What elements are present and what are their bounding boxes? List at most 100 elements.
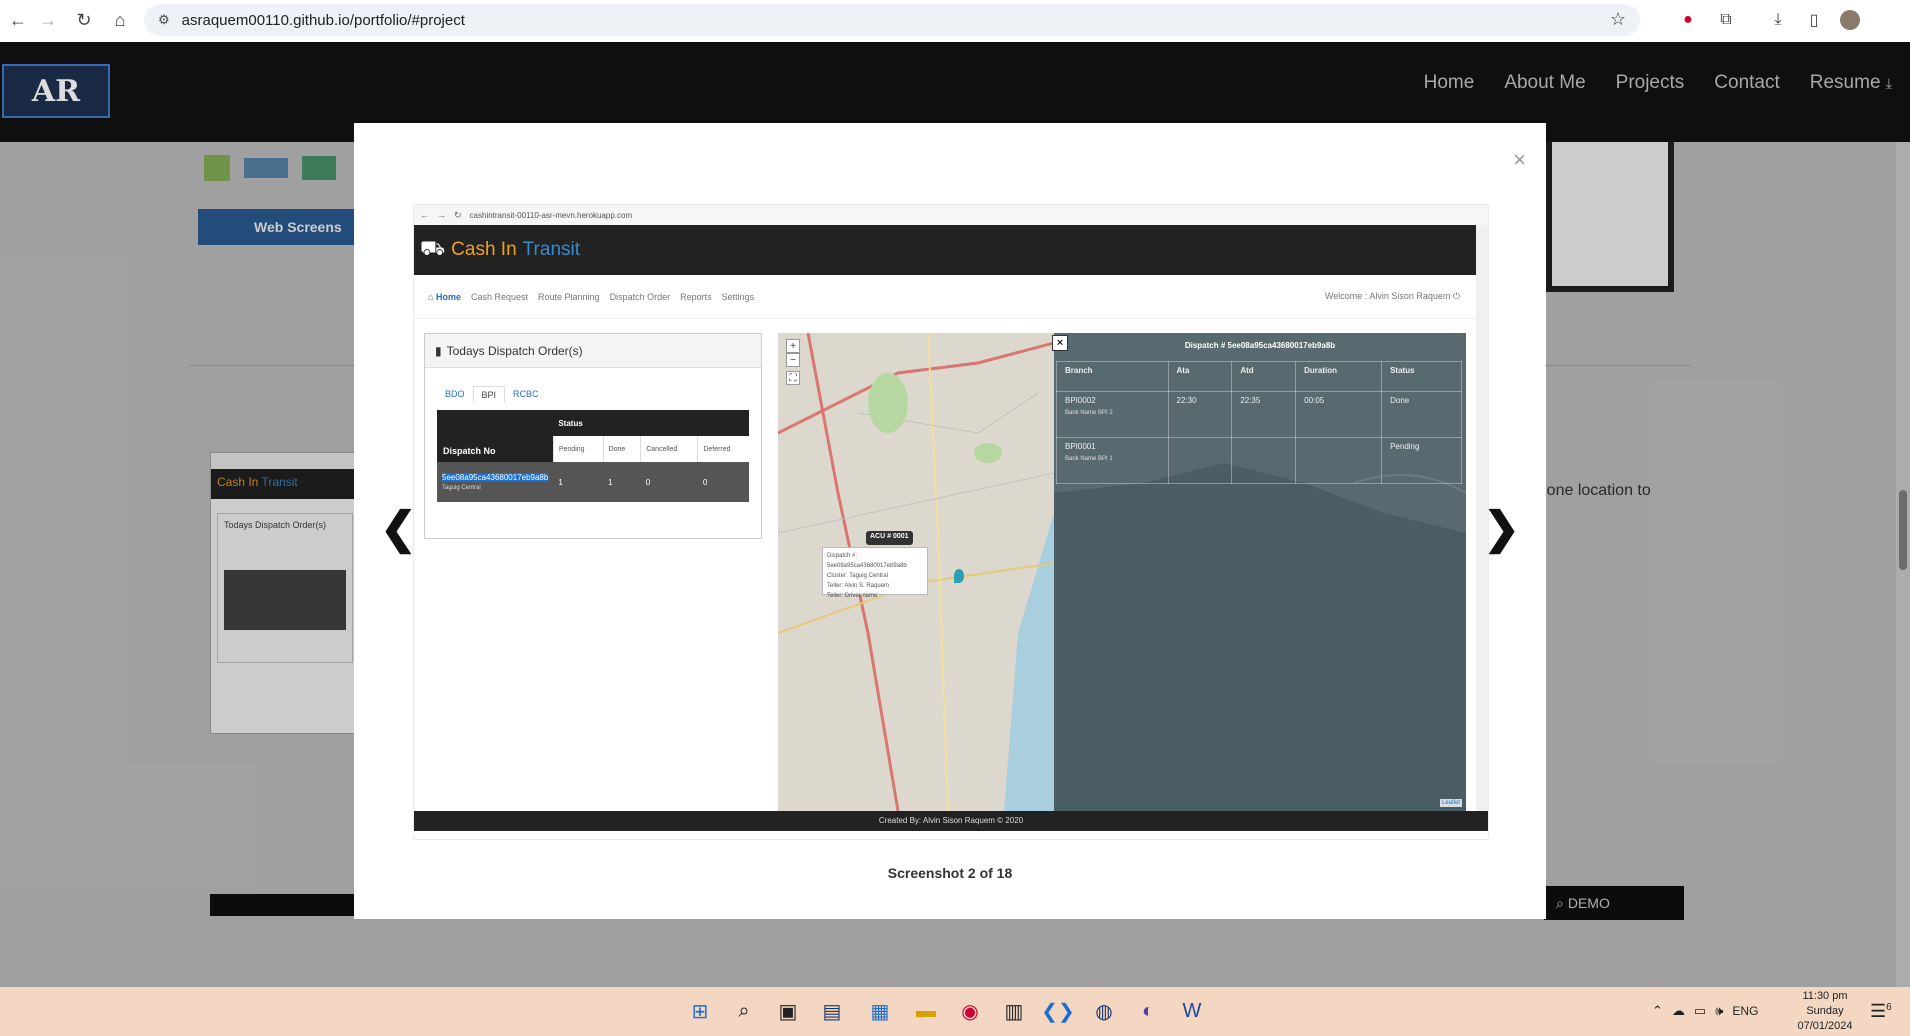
status-cell: Pending xyxy=(1381,437,1462,484)
atd-cell xyxy=(1231,437,1297,484)
truck-icon: ⛟ xyxy=(420,237,446,260)
col-done: Done xyxy=(602,436,641,462)
puzzle-icon[interactable]: ⧉ xyxy=(1714,6,1738,34)
inner-welcome-text: Welcome : Alvin Sison Raquem xyxy=(1324,291,1451,301)
inner-browser-bar: ← → ↻ cashintransit-00110-asr-mevn.herok… xyxy=(414,205,1488,225)
done-cell: 1 xyxy=(608,477,613,487)
duration-cell xyxy=(1295,437,1383,484)
dispatch-no-cell: 5ee08a95ca43680017eb9a8b Taguig Central xyxy=(437,462,553,502)
dispatch-detail-title: Dispatch # 5ee08a95ca43680017eb9a8b xyxy=(1184,341,1336,350)
nav-resume-label: Resume xyxy=(1809,72,1881,93)
col-status: Status xyxy=(553,410,749,436)
inner-nav-home-label: Home xyxy=(435,291,461,302)
site-logo[interactable]: AR xyxy=(2,64,110,118)
language-indicator[interactable]: ENG xyxy=(1732,1004,1758,1018)
nav-projects[interactable]: Projects xyxy=(1616,72,1685,94)
nav-resume[interactable]: Resume ⤓ xyxy=(1810,72,1892,94)
popup-line: Dispatch #: 5ee08a95ca43680017eb9a8b xyxy=(827,553,907,569)
inner-app-header: ⛟ Cash In Transit xyxy=(414,225,1476,275)
nav-contact[interactable]: Contact xyxy=(1714,72,1779,94)
close-icon[interactable]: × xyxy=(1513,147,1526,173)
tab-bdo: BDO xyxy=(445,389,465,399)
inner-app-title-a: Cash In xyxy=(451,239,517,260)
inner-forward-icon: → xyxy=(437,210,446,220)
inner-nav: ⌂ Home Cash Request Route Planning Dispa… xyxy=(414,275,1476,319)
inner-nav-settings: Settings xyxy=(721,291,755,302)
inner-footer: Created By: Alvin Sison Raquem © 2020 xyxy=(414,811,1488,831)
popup-line: Teller: Driver name xyxy=(827,593,878,599)
cancelled-cell: 0 xyxy=(645,477,651,487)
chevron-left-icon[interactable]: ❮ xyxy=(380,503,417,554)
zoom-in-button: + xyxy=(786,339,800,353)
word-icon[interactable]: W xyxy=(1178,997,1206,1025)
pending-cell: 1 xyxy=(558,477,563,487)
col-cancelled: Cancelled xyxy=(640,436,698,462)
tab-rcbc: RCBC xyxy=(513,389,539,399)
chevron-up-icon[interactable]: ⌃ xyxy=(1652,1003,1663,1019)
inner-welcome: Welcome : Alvin Sison Raquem ⏻ xyxy=(1325,291,1460,302)
col-dispatch-no-label: Dispatch No xyxy=(443,446,496,456)
branch-code: BPI0002 xyxy=(1065,396,1096,405)
map-attribution: Leaflet xyxy=(1439,799,1462,807)
volume-icon[interactable]: 🕪 xyxy=(1715,1003,1723,1019)
popup-line: Teller: Alvin S. Raquem xyxy=(827,583,890,589)
start-icon[interactable]: ⊞ xyxy=(686,997,714,1025)
network-icon[interactable]: ▭ xyxy=(1694,1003,1706,1019)
vscode-icon[interactable]: ❮❯ xyxy=(1041,997,1075,1025)
map-popup: Dispatch #: 5ee08a95ca43680017eb9a8b Clu… xyxy=(822,547,928,599)
col-atd: Atd xyxy=(1231,361,1297,392)
site-info-icon[interactable]: ⚙ xyxy=(158,12,170,28)
inner-reload-icon: ↻ xyxy=(454,209,462,220)
chevron-right-icon[interactable]: ❯ xyxy=(1483,503,1520,554)
address-bar[interactable]: ⚙ asraquem00110.github.io/portfolio/#pro… xyxy=(144,4,1640,36)
inner-nav-reports: Reports xyxy=(680,291,712,302)
table-row: BPI0001 Bank Name BPI 1 Pending xyxy=(1056,437,1462,484)
ata-cell xyxy=(1167,437,1233,484)
nav-about[interactable]: About Me xyxy=(1504,72,1585,94)
steam-icon[interactable]: ◍ xyxy=(1090,997,1118,1025)
app-icon[interactable]: ▥ xyxy=(1000,997,1028,1025)
project-screenshot: ← → ↻ cashintransit-00110-asr-mevn.herok… xyxy=(414,205,1488,839)
eclipse-icon[interactable]: ◐ xyxy=(1134,997,1162,1025)
tab-bpi: BPI xyxy=(472,386,506,403)
atd-cell: 22:35 xyxy=(1231,391,1297,438)
notification-icon[interactable]: ☰6 xyxy=(1870,1001,1892,1022)
col-status: Status xyxy=(1381,361,1462,392)
reload-icon[interactable]: ↻ xyxy=(66,2,102,38)
col-duration: Duration xyxy=(1295,361,1383,392)
ata-cell: 22:30 xyxy=(1167,391,1233,438)
zoom-in-label: + xyxy=(790,340,796,352)
deferred-cell: 0 xyxy=(702,477,708,487)
col-branch: Branch xyxy=(1056,361,1169,392)
url-text: asraquem00110.github.io/portfolio/#proje… xyxy=(181,11,465,29)
avatar[interactable] xyxy=(1838,6,1862,34)
download-icon[interactable]: ⤓ xyxy=(1766,6,1790,34)
inner-url: cashintransit-00110-asr-mevn.herokuapp.c… xyxy=(469,210,633,220)
zoom-out-button: − xyxy=(786,353,800,367)
chrome-icon[interactable]: ◉ xyxy=(956,997,984,1025)
home-icon[interactable]: ⌂ xyxy=(102,2,138,38)
forward-icon[interactable]: → xyxy=(30,2,66,38)
bank-name: Bank Name BPI 1 xyxy=(1065,456,1113,462)
status-cell: Done xyxy=(1381,391,1462,438)
taskbar-clock[interactable]: 11:30 pm Sunday 07/01/2024 xyxy=(1780,989,1870,1034)
acu-label: ACU # 0001 xyxy=(866,531,913,545)
widgets-icon[interactable]: ▤ xyxy=(818,997,846,1025)
bookmark-star-icon[interactable]: ☆ xyxy=(1610,9,1626,30)
nav-home[interactable]: Home xyxy=(1424,72,1475,94)
color-wheel-icon[interactable]: ● xyxy=(1676,6,1700,34)
file-explorer-icon[interactable]: ▬ xyxy=(912,997,940,1025)
cloud-icon[interactable]: ☁ xyxy=(1672,1003,1685,1019)
screenshot-caption: Screenshot 2 of 18 xyxy=(887,865,1013,881)
zoom-out-label: − xyxy=(790,354,796,366)
browser-toolbar: ← → ↻ ⌂ ⚙ asraquem00110.github.io/portfo… xyxy=(0,0,1910,42)
bank-name: Bank Name BPI 2 xyxy=(1065,410,1113,416)
book-icon: ▮ xyxy=(435,343,442,358)
store-icon[interactable]: ▦ xyxy=(866,997,894,1025)
col-ata: Ata xyxy=(1167,361,1233,392)
fullscreen-icon: ⛶ xyxy=(786,371,800,385)
task-view-icon[interactable]: ▣ xyxy=(774,997,802,1025)
sidebar-icon[interactable]: ▯ xyxy=(1802,6,1826,34)
search-icon[interactable]: ⌕ xyxy=(730,997,758,1025)
inner-nav-home: ⌂ Home xyxy=(428,292,461,302)
